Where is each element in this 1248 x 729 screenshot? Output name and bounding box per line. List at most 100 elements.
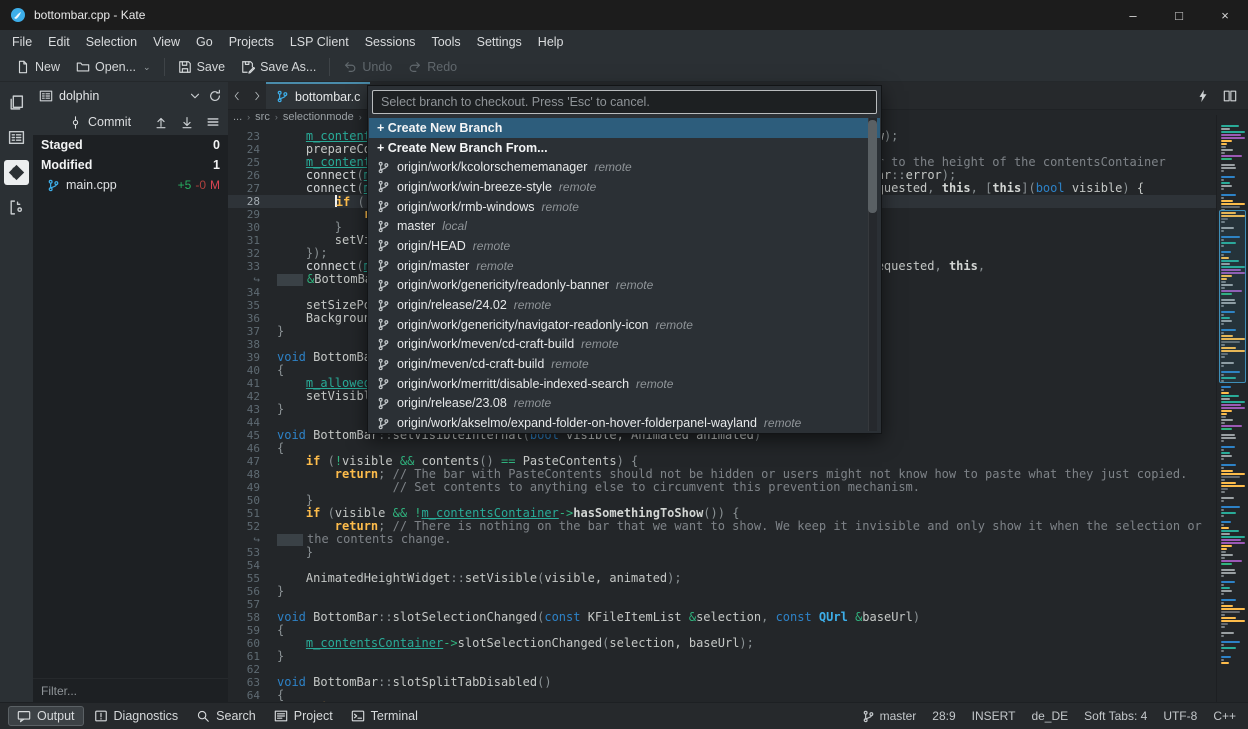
- tool-view-project[interactable]: Project: [266, 707, 341, 725]
- save-button[interactable]: Save: [170, 56, 234, 78]
- branch-item[interactable]: origin/HEADremote: [369, 236, 880, 256]
- menu-settings[interactable]: Settings: [469, 32, 530, 52]
- branch-name: origin/work/merritt/disable-indexed-sear…: [397, 377, 629, 391]
- code-line[interactable]: 56}: [228, 585, 1216, 598]
- minimap-viewport[interactable]: [1219, 210, 1246, 383]
- branch-item[interactable]: origin/release/23.08remote: [369, 394, 880, 414]
- forward-icon[interactable]: [252, 90, 262, 102]
- terminal-icon: [351, 709, 365, 723]
- line-number: 55: [228, 572, 266, 585]
- refresh-icon[interactable]: [208, 89, 222, 103]
- git-file-row[interactable]: main.cpp+5-0M: [33, 175, 228, 195]
- menu-view[interactable]: View: [145, 32, 188, 52]
- status-de-de[interactable]: de_DE: [1031, 709, 1068, 723]
- line-number: 40: [228, 364, 266, 377]
- branch-item[interactable]: origin/work/merritt/disable-indexed-sear…: [369, 374, 880, 394]
- line-text: [266, 338, 277, 351]
- branch-item[interactable]: origin/meven/cd-craft-buildremote: [369, 354, 880, 374]
- menu-edit[interactable]: Edit: [40, 32, 78, 52]
- split-view-icon[interactable]: [1222, 89, 1238, 103]
- create-new-branch-from[interactable]: + Create New Branch From...: [369, 138, 880, 158]
- tool-view-search[interactable]: Search: [188, 707, 264, 725]
- open-button[interactable]: Open...⌄: [68, 56, 159, 78]
- dock-git-icon[interactable]: [4, 160, 29, 185]
- menu-file[interactable]: File: [4, 32, 40, 52]
- tool-view-output[interactable]: Output: [8, 706, 84, 726]
- new-button[interactable]: New: [8, 56, 68, 78]
- code-line[interactable]: 53 }: [228, 546, 1216, 559]
- tool-view-terminal[interactable]: Terminal: [343, 707, 426, 725]
- branch-name: origin/work/rmb-windows: [397, 200, 535, 214]
- minimap[interactable]: [1216, 115, 1248, 702]
- project-name[interactable]: dolphin: [59, 89, 99, 103]
- status-28-9[interactable]: 28:9: [932, 709, 955, 723]
- code-line[interactable]: 49 // Set contents to anything else to c…: [228, 481, 1216, 494]
- commit-button[interactable]: Commit: [69, 115, 131, 129]
- dock-documents-icon[interactable]: [4, 90, 29, 115]
- code-line[interactable]: 58void BottomBar::slotSelectionChanged(c…: [228, 611, 1216, 624]
- code-line[interactable]: 63void BottomBar::slotSplitTabDisabled(): [228, 676, 1216, 689]
- line-number: 47: [228, 455, 266, 468]
- git-branch-icon: [377, 259, 390, 272]
- status-utf-8[interactable]: UTF-8: [1163, 709, 1197, 723]
- section-label: Staged: [41, 138, 83, 152]
- git-branch-icon: [377, 161, 390, 174]
- create-new-branch[interactable]: + Create New Branch: [369, 118, 880, 138]
- menu-tools[interactable]: Tools: [423, 32, 468, 52]
- maximize-button[interactable]: □: [1156, 0, 1202, 30]
- quick-open-icon[interactable]: [1196, 89, 1210, 103]
- breadcrumb-item[interactable]: selectionmode: [283, 111, 354, 123]
- code-line[interactable]: 55 AnimatedHeightWidget::setVisible(visi…: [228, 572, 1216, 585]
- menu-sessions[interactable]: Sessions: [357, 32, 424, 52]
- dock-symbols-icon[interactable]: [4, 195, 29, 220]
- breadcrumb-item[interactable]: src: [255, 111, 270, 123]
- git-menu-icon[interactable]: [206, 115, 220, 129]
- status-label: master: [880, 709, 917, 723]
- menu-selection[interactable]: Selection: [78, 32, 145, 52]
- popup-scrollbar-thumb[interactable]: [868, 120, 877, 213]
- pull-icon[interactable]: [180, 115, 194, 129]
- status-label: C++: [1213, 709, 1236, 723]
- branch-item[interactable]: origin/work/genericity/readonly-bannerre…: [369, 276, 880, 296]
- status-insert[interactable]: INSERT: [972, 709, 1016, 723]
- branch-item[interactable]: origin/work/meven/cd-craft-buildremote: [369, 335, 880, 355]
- line-number: 52: [228, 520, 266, 533]
- status-master[interactable]: master: [862, 709, 917, 723]
- git-modified-row[interactable]: Modified1: [33, 155, 228, 175]
- branch-item[interactable]: origin/work/rmb-windowsremote: [369, 197, 880, 217]
- undo-button[interactable]: Undo: [335, 56, 400, 78]
- branch-search-input[interactable]: Select branch to checkout. Press 'Esc' t…: [372, 90, 877, 114]
- branch-item[interactable]: origin/masterremote: [369, 256, 880, 276]
- branch-item[interactable]: origin/release/24.02remote: [369, 295, 880, 315]
- dock-file-list-icon[interactable]: [4, 125, 29, 150]
- sidebar-dock-strip: [0, 82, 33, 702]
- minimize-button[interactable]: –: [1110, 0, 1156, 30]
- menu-lsp-client[interactable]: LSP Client: [282, 32, 357, 52]
- line-number: 53: [228, 546, 266, 559]
- branch-item[interactable]: origin/work/genericity/navigator-readonl…: [369, 315, 880, 335]
- close-button[interactable]: ×: [1202, 0, 1248, 30]
- menu-go[interactable]: Go: [188, 32, 221, 52]
- menu-projects[interactable]: Projects: [221, 32, 282, 52]
- redo-button[interactable]: Redo: [400, 56, 465, 78]
- code-line[interactable]: ↪the contents change.: [228, 533, 1216, 546]
- git-filter-input[interactable]: Filter...: [33, 678, 228, 702]
- code-line[interactable]: 61}: [228, 650, 1216, 663]
- menu-help[interactable]: Help: [530, 32, 572, 52]
- branch-item[interactable]: origin/work/kcolorschememanagerremote: [369, 157, 880, 177]
- tab-bottombar-cpp[interactable]: bottombar.c: [266, 82, 370, 109]
- git-staged-row[interactable]: Staged0: [33, 135, 228, 155]
- status-soft-tabs-4[interactable]: Soft Tabs: 4: [1084, 709, 1147, 723]
- branch-item[interactable]: origin/work/win-breeze-styleremote: [369, 177, 880, 197]
- status-c[interactable]: C++: [1213, 709, 1236, 723]
- tool-view-diagnostics[interactable]: Diagnostics: [86, 707, 187, 725]
- breadcrumb-item[interactable]: ...: [233, 111, 242, 123]
- push-icon[interactable]: [154, 115, 168, 129]
- line-number: 25: [228, 156, 266, 169]
- chevron-down-icon[interactable]: [188, 89, 202, 103]
- back-icon[interactable]: [232, 90, 242, 102]
- save-as-button[interactable]: Save As...: [233, 56, 324, 78]
- branch-item[interactable]: origin/work/akselmo/expand-folder-on-hov…: [369, 413, 880, 432]
- branch-item[interactable]: masterlocal: [369, 216, 880, 236]
- code-line[interactable]: 60 m_contentsContainer->slotSelectionCha…: [228, 637, 1216, 650]
